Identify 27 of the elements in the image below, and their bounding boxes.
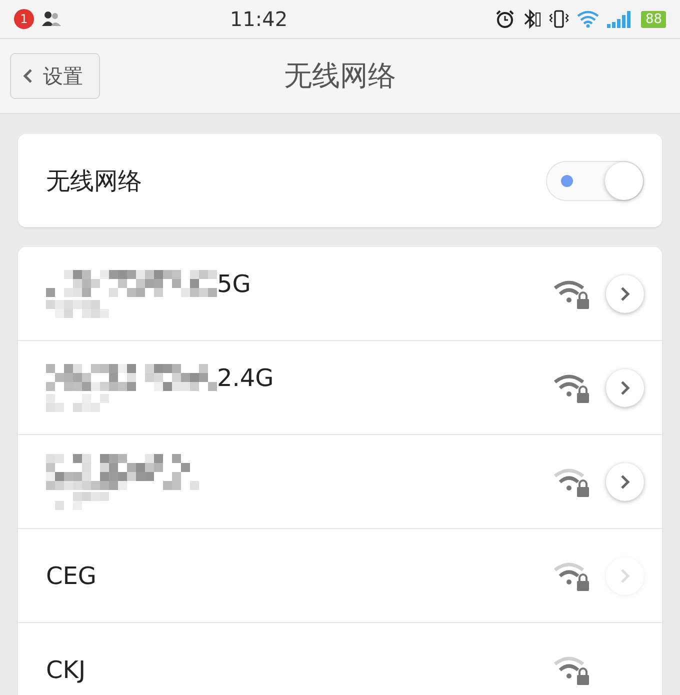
clock-time: 11:42 bbox=[228, 7, 289, 31]
signal-icon bbox=[607, 10, 634, 28]
back-button[interactable]: 设置 bbox=[10, 53, 100, 99]
chevron-right-icon bbox=[620, 474, 630, 490]
wifi-switch[interactable] bbox=[546, 160, 644, 200]
chevron-right-icon bbox=[620, 286, 630, 302]
contacts-icon bbox=[42, 11, 62, 27]
chevron-left-icon bbox=[23, 68, 33, 84]
vibrate-icon bbox=[549, 9, 570, 29]
network-name: CKJ bbox=[46, 656, 86, 684]
network-name: 2.4G bbox=[217, 364, 274, 392]
notification-badge: 1 bbox=[14, 9, 34, 29]
wifi-label: 无线网络 bbox=[46, 166, 143, 196]
details-button[interactable] bbox=[606, 368, 644, 406]
network-name: 5G bbox=[217, 270, 251, 298]
network-name: CEG bbox=[46, 562, 97, 590]
page-title: 无线网络 bbox=[284, 58, 396, 94]
wifi-icon bbox=[577, 10, 600, 28]
bluetooth-icon bbox=[523, 9, 542, 29]
details-button[interactable] bbox=[606, 274, 644, 312]
battery-level: 88 bbox=[641, 10, 666, 28]
alarm-icon bbox=[495, 9, 516, 29]
pixelated-text-drawing bbox=[46, 300, 109, 318]
pixelated-text-drawing bbox=[46, 394, 109, 412]
details-button[interactable] bbox=[606, 462, 644, 500]
chevron-right-icon bbox=[620, 568, 630, 584]
chevron-right-icon bbox=[620, 380, 630, 396]
